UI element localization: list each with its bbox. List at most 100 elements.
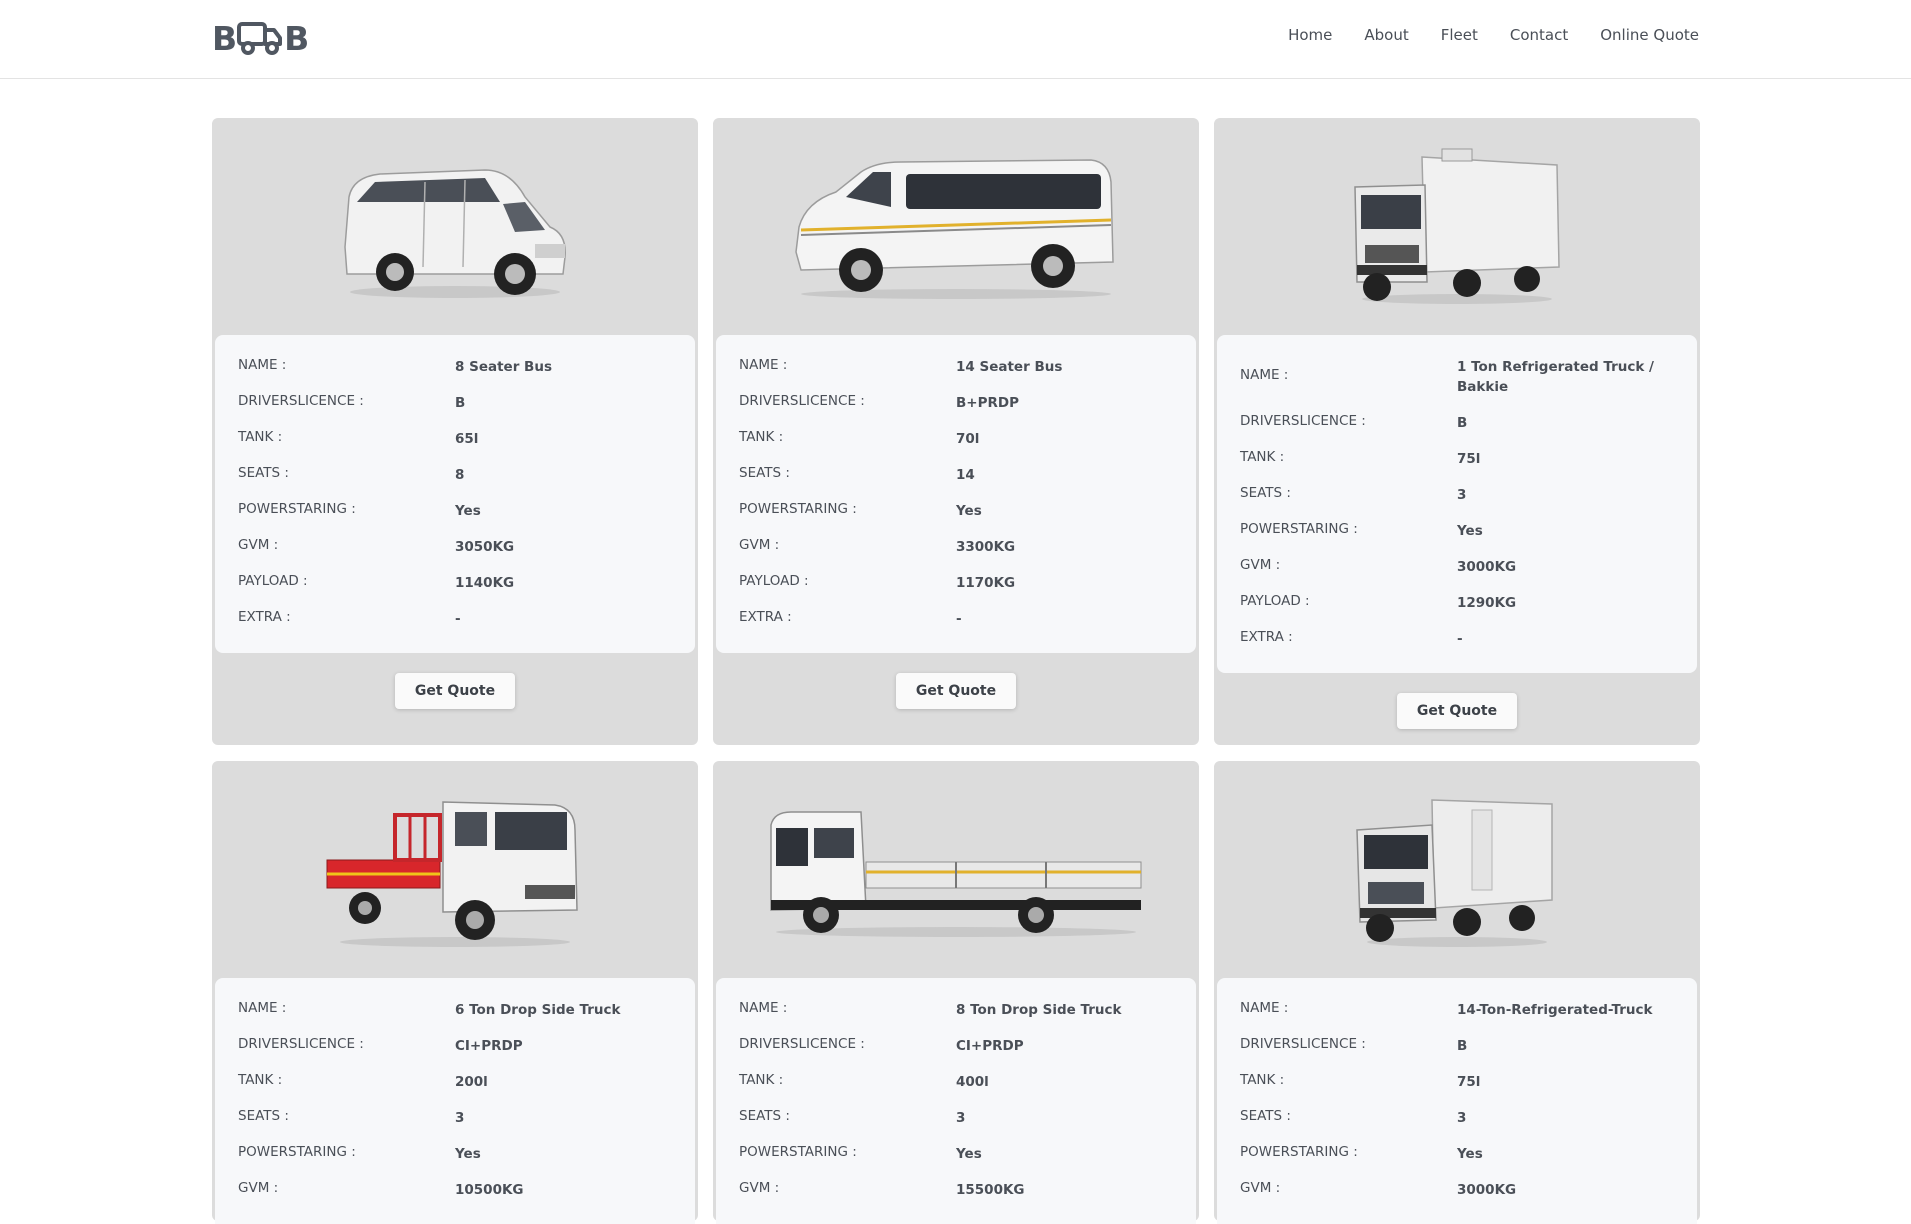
vehicle-image-area [212,118,698,336]
spec-value-name: 8 Seater Bus [455,359,552,375]
spec-value-gvm: 3050KG [455,539,515,555]
logo[interactable]: B B [212,18,309,58]
spec-value-tank: 70l [956,431,980,447]
vehicle-image-area [1214,118,1700,336]
spec-label-name: NAME : [238,357,287,373]
get-quote-button[interactable]: Get Quote [896,673,1016,709]
box-truck-image [1356,799,1553,947]
vehicle-specs: NAME : 14-Ton-Refrigerated-Truck DRIVERSL… [1217,978,1697,1224]
vehicle-specs: NAME : 8 Seater Bus DRIVERSLICENCE : B TAN… [215,335,695,653]
spec-value-name: 14-Ton-Refrigerated-Truck [1457,1002,1653,1018]
minivan-image [344,169,566,298]
spec-label-extra: EXTRA : [739,609,792,625]
spec-label-tank: TANK : [739,1072,784,1088]
vehicle-card: NAME :1 Ton Refrigerated Truck / Bakkie … [1214,118,1700,745]
spec-label-name: NAME : [238,1000,287,1016]
spec-value-licence: B [1457,1038,1468,1054]
nav-fleet[interactable]: Fleet [1441,26,1478,44]
spec-value-tank: 400l [956,1074,989,1090]
spec-value-name: 14 Seater Bus [956,359,1063,375]
vehicle-card: NAME : 6 Ton Drop Side Truck DRIVERSLICEN… [212,761,698,1224]
spec-label-licence: DRIVERSLICENCE : [238,1036,364,1052]
spec-label-payload: PAYLOAD : [739,573,809,589]
spec-value-seats: 8 [455,467,465,483]
spec-value-licence: B+PRDP [956,395,1019,411]
spec-label-gvm: GVM : [238,537,279,553]
spec-value-licence: CI+PRDP [455,1038,523,1054]
spec-label-gvm: GVM : [739,1180,780,1196]
spec-label-power: POWERSTARING : [739,501,857,517]
spec-value-payload: 1290KG [1457,595,1517,611]
spec-label-seats: SEATS : [238,1108,289,1124]
vehicle-image-area [713,761,1199,979]
spec-value-tank: 75l [1457,1074,1481,1090]
spec-value-tank: 65l [455,431,479,447]
spec-label-extra: EXTRA : [238,609,291,625]
vehicle-specs: NAME : 14 Seater Bus DRIVERSLICENCE : B+PR… [716,335,1196,653]
spec-label-name: NAME : [739,1000,788,1016]
spec-value-licence: B [1457,415,1468,431]
spec-value-gvm: 15500KG [956,1182,1025,1198]
spec-label-extra: EXTRA : [1240,629,1293,645]
spec-label-tank: TANK : [238,1072,283,1088]
spec-value-gvm: 10500KG [455,1182,524,1198]
spec-value-extra: - [455,611,461,627]
nav-online-quote[interactable]: Online Quote [1600,26,1699,44]
vehicle-card: NAME : 14 Seater Bus DRIVERSLICENCE : B+PR… [713,118,1199,745]
spec-label-licence: DRIVERSLICENCE : [739,1036,865,1052]
spec-value-seats: 3 [1457,487,1467,503]
spec-label-tank: TANK : [238,429,283,445]
spec-value-gvm: 3000KG [1457,559,1517,575]
spec-value-seats: 3 [455,1110,465,1126]
spec-value-name: 1 Ton Refrigerated Truck / Bakkie [1457,359,1654,395]
spec-label-seats: SEATS : [739,1108,790,1124]
main-nav: Home About Fleet Contact Online Quote [1288,26,1699,44]
spec-value-power: Yes [455,503,481,519]
spec-label-gvm: GVM : [1240,557,1281,573]
spec-value-power: Yes [956,503,982,519]
spec-label-gvm: GVM : [238,1180,279,1196]
vehicle-card: NAME : 14-Ton-Refrigerated-Truck DRIVERSL… [1214,761,1700,1224]
spec-label-power: POWERSTARING : [238,1144,356,1160]
spec-value-seats: 3 [956,1110,966,1126]
spec-value-power: Yes [1457,1146,1483,1162]
refrigerated-truck-image [1354,148,1560,304]
spec-value-power: Yes [455,1146,481,1162]
spec-label-name: NAME : [1240,367,1289,383]
nav-contact[interactable]: Contact [1510,26,1568,44]
spec-label-tank: TANK : [739,429,784,445]
spec-value-name: 8 Ton Drop Side Truck [956,1002,1122,1018]
spec-value-gvm: 3000KG [1457,1182,1517,1198]
get-quote-button[interactable]: Get Quote [1397,693,1517,729]
spec-label-payload: PAYLOAD : [238,573,308,589]
spec-value-gvm: 3300KG [956,539,1016,555]
spec-value-payload: 1140KG [455,575,515,591]
get-quote-button[interactable]: Get Quote [395,673,515,709]
spec-label-gvm: GVM : [1240,1180,1281,1196]
logo-letter-left: B [212,18,237,58]
nav-home[interactable]: Home [1288,26,1332,44]
spec-value-power: Yes [956,1146,982,1162]
nav-about[interactable]: About [1364,26,1408,44]
vehicle-image-area [212,761,698,979]
spec-label-seats: SEATS : [739,465,790,481]
spec-label-gvm: GVM : [739,537,780,553]
spec-label-seats: SEATS : [1240,485,1291,501]
spec-label-tank: TANK : [1240,1072,1285,1088]
spec-value-payload: 1170KG [956,575,1016,591]
vehicle-specs: NAME : 6 Ton Drop Side Truck DRIVERSLICEN… [215,978,695,1224]
spec-label-licence: DRIVERSLICENCE : [238,393,364,409]
vehicle-specs: NAME : 8 Ton Drop Side Truck DRIVERSLICEN… [716,978,1196,1224]
minibus-image [795,159,1114,299]
spec-label-licence: DRIVERSLICENCE : [1240,413,1366,429]
spec-value-licence: CI+PRDP [956,1038,1024,1054]
spec-label-seats: SEATS : [1240,1108,1291,1124]
spec-label-name: NAME : [1240,1000,1289,1016]
truck-logo-icon [237,22,283,55]
spec-label-tank: TANK : [1240,449,1285,465]
vehicle-card: NAME : 8 Seater Bus DRIVERSLICENCE : B TAN… [212,118,698,745]
vehicle-specs: NAME :1 Ton Refrigerated Truck / Bakkie … [1217,335,1697,673]
spec-label-payload: PAYLOAD : [1240,593,1310,609]
spec-value-licence: B [455,395,466,411]
spec-label-licence: DRIVERSLICENCE : [739,393,865,409]
